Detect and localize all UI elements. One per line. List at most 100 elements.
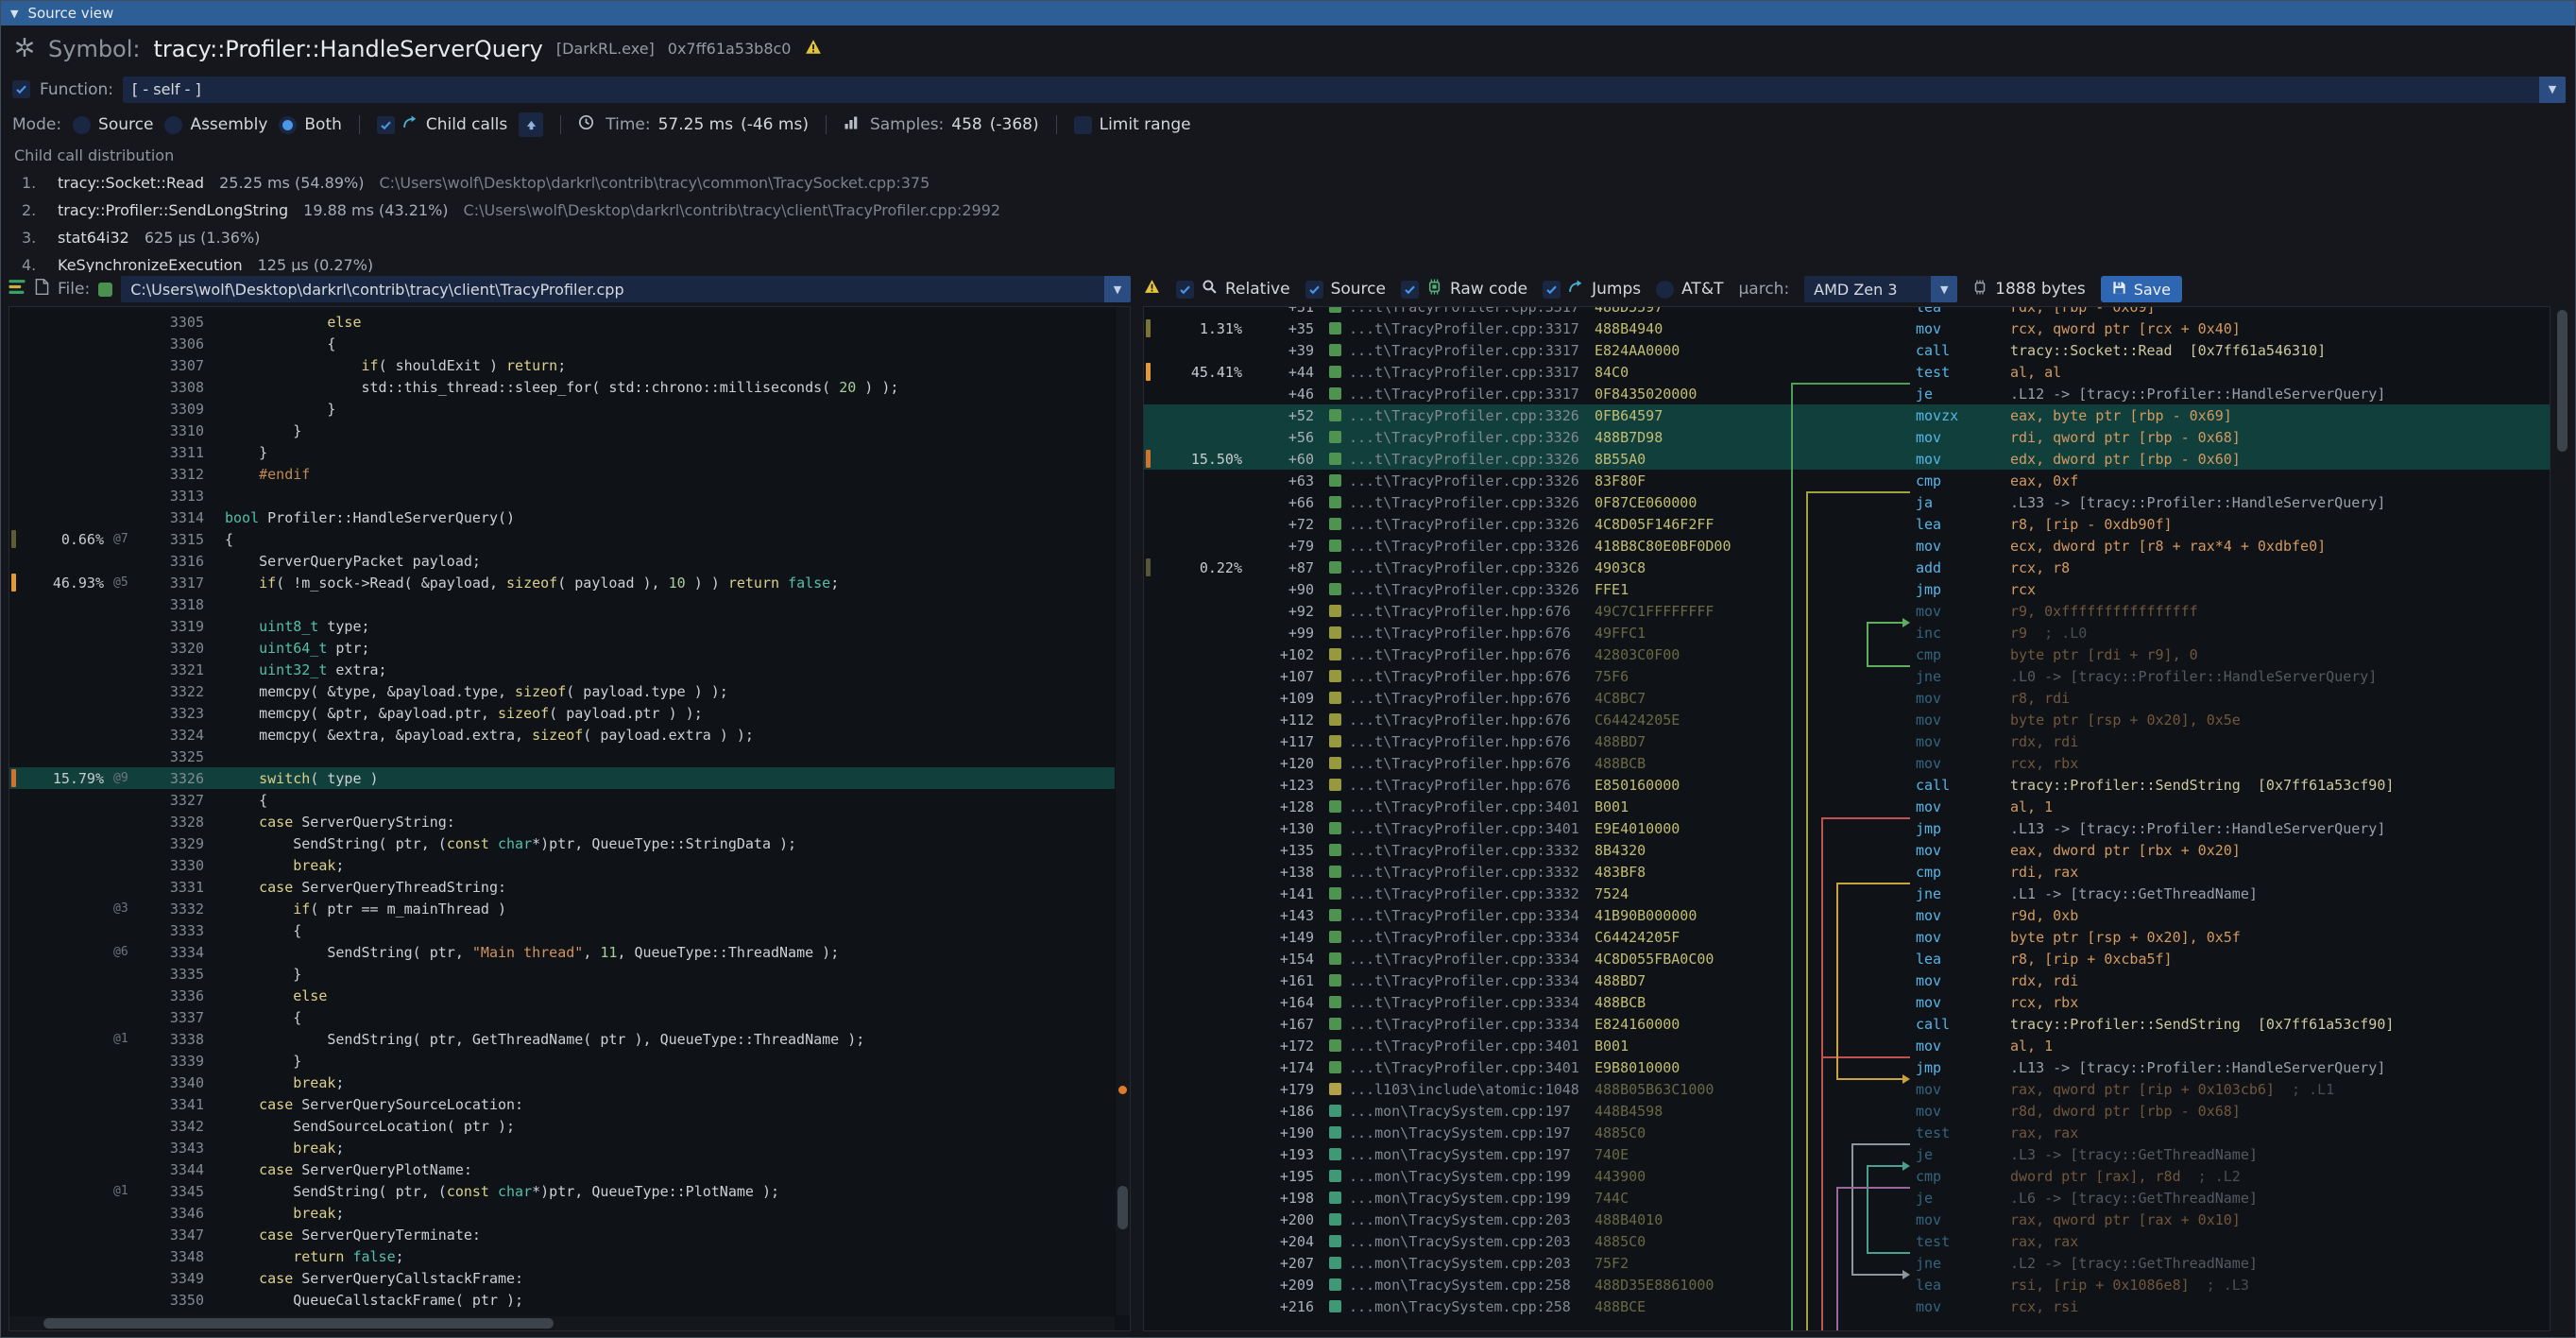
- source-checkbox[interactable]: [1305, 281, 1323, 299]
- asm-row-+87[interactable]: 0.22%+87...t\TracyProfiler.cpp:33264903C…: [1144, 557, 2550, 578]
- source-line-3308[interactable]: 3308 std::this_thread::sleep_for( std::c…: [9, 376, 1115, 398]
- source-line-3315[interactable]: 0.66%@73315{: [9, 528, 1115, 550]
- asm-row-+120[interactable]: +120...t\TracyProfiler.hpp:676488BCBmovr…: [1144, 752, 2550, 774]
- child-calls-up-button[interactable]: [519, 112, 543, 137]
- asm-row-+39[interactable]: +39...t\TracyProfiler.cpp:3317E824AA0000…: [1144, 339, 2550, 361]
- source-line-3342[interactable]: 3342 SendSourceLocation( ptr );: [9, 1115, 1115, 1137]
- source-line-3346[interactable]: 3346 break;: [9, 1202, 1115, 1224]
- asm-row-+31[interactable]: +31...t\TracyProfiler.cpp:3317488D5597le…: [1144, 306, 2550, 317]
- source-line-3347[interactable]: 3347 case ServerQueryTerminate:: [9, 1224, 1115, 1245]
- limit-range-toggle[interactable]: Limit range: [1074, 115, 1191, 134]
- source-line-3314[interactable]: 3314bool Profiler::HandleServerQuery(): [9, 506, 1115, 528]
- function-checkbox[interactable]: [12, 80, 30, 98]
- asm-row-+161[interactable]: +161...t\TracyProfiler.cpp:3334488BD7mov…: [1144, 969, 2550, 991]
- source-line-3348[interactable]: 3348 return false;: [9, 1245, 1115, 1267]
- assembly-pane[interactable]: +31...t\TracyProfiler.cpp:3317488D5597le…: [1143, 306, 2550, 1331]
- asm-row-+52[interactable]: +52...t\TracyProfiler.cpp:33260FB64597mo…: [1144, 404, 2550, 426]
- asm-row-+109[interactable]: +109...t\TracyProfiler.hpp:6764C8BC7movr…: [1144, 687, 2550, 709]
- source-line-3326[interactable]: 15.79%@93326 switch( type ): [9, 767, 1115, 789]
- source-line-3305[interactable]: 3305 else: [9, 311, 1115, 333]
- source-line-3332[interactable]: @33332 if( ptr == m_mainThread ): [9, 898, 1115, 919]
- asm-row-+164[interactable]: +164...t\TracyProfiler.cpp:3334488BCBmov…: [1144, 991, 2550, 1013]
- jumps-checkbox[interactable]: [1543, 281, 1561, 299]
- source-line-3310[interactable]: 3310 }: [9, 420, 1115, 441]
- child-calls-toggle[interactable]: Child calls: [377, 114, 507, 135]
- source-line-3325[interactable]: 3325: [9, 746, 1115, 767]
- limit-range-checkbox[interactable]: [1074, 116, 1092, 134]
- asm-row-+138[interactable]: +138...t\TracyProfiler.cpp:3332483BF8cmp…: [1144, 861, 2550, 883]
- source-line-3321[interactable]: 3321 uint32_t extra;: [9, 659, 1115, 680]
- source-line-3341[interactable]: 3341 case ServerQuerySourceLocation:: [9, 1093, 1115, 1115]
- source-line-3339[interactable]: 3339 }: [9, 1050, 1115, 1072]
- asm-row-+135[interactable]: +135...t\TracyProfiler.cpp:33328B4320mov…: [1144, 839, 2550, 861]
- asm-row-+72[interactable]: +72...t\TracyProfiler.cpp:33264C8D05F146…: [1144, 513, 2550, 535]
- asm-row-+216[interactable]: +216...mon\TracySystem.cpp:258488BCEmovr…: [1144, 1295, 2550, 1317]
- scrollbar-thumb[interactable]: [43, 1318, 554, 1329]
- mode-source-option[interactable]: Source: [73, 115, 153, 134]
- asm-row-+172[interactable]: +172...t\TracyProfiler.cpp:3401B001moval…: [1144, 1035, 2550, 1056]
- asm-row-+200[interactable]: +200...mon\TracySystem.cpp:203488B4010mo…: [1144, 1209, 2550, 1230]
- asm-row-+107[interactable]: +107...t\TracyProfiler.hpp:67675F6jne.L0…: [1144, 665, 2550, 687]
- mode-assembly-radio[interactable]: [164, 116, 182, 134]
- asm-row-+46[interactable]: +46...t\TracyProfiler.cpp:33170F84350200…: [1144, 383, 2550, 404]
- asm-row-+195[interactable]: +195...mon\TracySystem.cpp:199443900cmpd…: [1144, 1165, 2550, 1187]
- source-line-3322[interactable]: 3322 memcpy( &type, &payload.type, sizeo…: [9, 680, 1115, 702]
- child-calls-checkbox[interactable]: [377, 116, 395, 134]
- source-line-3323[interactable]: 3323 memcpy( &ptr, &payload.ptr, sizeof(…: [9, 702, 1115, 724]
- source-line-3311[interactable]: 3311 }: [9, 441, 1115, 463]
- asm-row-+35[interactable]: 1.31%+35...t\TracyProfiler.cpp:3317488B4…: [1144, 317, 2550, 339]
- source-line-3329[interactable]: 3329 SendString( ptr, (const char*)ptr, …: [9, 832, 1115, 854]
- source-line-3343[interactable]: 3343 break;: [9, 1137, 1115, 1158]
- source-line-3320[interactable]: 3320 uint64_t ptr;: [9, 637, 1115, 659]
- asm-row-+56[interactable]: +56...t\TracyProfiler.cpp:3326488B7D98mo…: [1144, 426, 2550, 448]
- asm-row-+149[interactable]: +149...t\TracyProfiler.cpp:3334C64424205…: [1144, 926, 2550, 948]
- source-line-3319[interactable]: 3319 uint8_t type;: [9, 615, 1115, 637]
- source-line-3313[interactable]: 3313: [9, 485, 1115, 506]
- mode-both-option[interactable]: Both: [279, 115, 342, 134]
- asm-row-+154[interactable]: +154...t\TracyProfiler.cpp:33344C8D055FB…: [1144, 948, 2550, 969]
- uarch-combo[interactable]: AMD Zen 3 ▼: [1804, 276, 1957, 302]
- asm-row-+130[interactable]: +130...t\TracyProfiler.cpp:3401E9E401000…: [1144, 817, 2550, 839]
- title-bar[interactable]: ▼ Source view: [1, 1, 2575, 26]
- att-radio[interactable]: [1656, 281, 1674, 299]
- child-call-row[interactable]: 3.stat64i32625 µs (1.36%): [14, 224, 2575, 251]
- asm-row-+90[interactable]: +90...t\TracyProfiler.cpp:3326FFE1jmprcx: [1144, 578, 2550, 600]
- source-line-3318[interactable]: 3318: [9, 593, 1115, 615]
- source-line-3327[interactable]: 3327 {: [9, 789, 1115, 811]
- asm-row-+99[interactable]: +99...t\TracyProfiler.hpp:67649FFC1incr9…: [1144, 622, 2550, 643]
- asm-row-+209[interactable]: +209...mon\TracySystem.cpp:258488D35E886…: [1144, 1274, 2550, 1295]
- source-line-3317[interactable]: 46.93%@53317 if( !m_sock->Read( &payload…: [9, 572, 1115, 593]
- scrollbar-thumb[interactable]: [2557, 310, 2567, 452]
- source-line-3307[interactable]: 3307 if( shouldExit ) return;: [9, 354, 1115, 376]
- child-call-row[interactable]: 2.tracy::Profiler::SendLongString19.88 m…: [14, 197, 2575, 224]
- asm-row-+198[interactable]: +198...mon\TracySystem.cpp:199744Cje.L6 …: [1144, 1187, 2550, 1209]
- assembly-vertical-scrollbar[interactable]: [2555, 306, 2569, 1331]
- source-line-3338[interactable]: @13338 SendString( ptr, GetThreadName( p…: [9, 1028, 1115, 1050]
- file-combo[interactable]: C:\Users\wolf\Desktop\darkrl\contrib\tra…: [121, 276, 1131, 302]
- source-line-3340[interactable]: 3340 break;: [9, 1072, 1115, 1093]
- source-line-3333[interactable]: 3333 {: [9, 919, 1115, 941]
- asm-row-+193[interactable]: +193...mon\TracySystem.cpp:197740Eje.L3 …: [1144, 1143, 2550, 1165]
- att-toggle[interactable]: AT&T: [1656, 280, 1723, 299]
- source-horizontal-scrollbar[interactable]: [9, 1316, 1115, 1330]
- asm-row-+141[interactable]: +141...t\TracyProfiler.cpp:33327524jne.L…: [1144, 883, 2550, 904]
- source-line-3331[interactable]: 3331 case ServerQueryThreadString:: [9, 876, 1115, 898]
- sample-marker[interactable]: [1118, 1086, 1127, 1094]
- source-pane[interactable]: 3305 else3306 {3307 if( shouldExit ) ret…: [9, 306, 1131, 1331]
- function-combo[interactable]: [ - self - ] ▼: [123, 77, 2566, 103]
- asm-row-+204[interactable]: +204...mon\TracySystem.cpp:2034885C0test…: [1144, 1230, 2550, 1252]
- source-toggle[interactable]: Source: [1305, 280, 1386, 299]
- source-line-3349[interactable]: 3349 case ServerQueryCallstackFrame:: [9, 1267, 1115, 1289]
- asm-row-+66[interactable]: +66...t\TracyProfiler.cpp:33260F87CE0600…: [1144, 491, 2550, 513]
- source-line-3328[interactable]: 3328 case ServerQueryString:: [9, 811, 1115, 832]
- source-line-3316[interactable]: 3316 ServerQueryPacket payload;: [9, 550, 1115, 572]
- source-line-3345[interactable]: @13345 SendString( ptr, (const char*)ptr…: [9, 1180, 1115, 1202]
- source-line-3324[interactable]: 3324 memcpy( &extra, &payload.extra, siz…: [9, 724, 1115, 746]
- asm-row-+79[interactable]: +79...t\TracyProfiler.cpp:3326418B8C80E0…: [1144, 535, 2550, 557]
- asm-row-+92[interactable]: +92...t\TracyProfiler.hpp:67649C7C1FFFFF…: [1144, 600, 2550, 622]
- source-line-3336[interactable]: 3336 else: [9, 985, 1115, 1006]
- mode-source-radio[interactable]: [73, 116, 91, 134]
- source-line-3309[interactable]: 3309 }: [9, 398, 1115, 420]
- raw-code-toggle[interactable]: Raw code: [1401, 279, 1527, 300]
- asm-row-+44[interactable]: 45.41%+44...t\TracyProfiler.cpp:331784C0…: [1144, 361, 2550, 383]
